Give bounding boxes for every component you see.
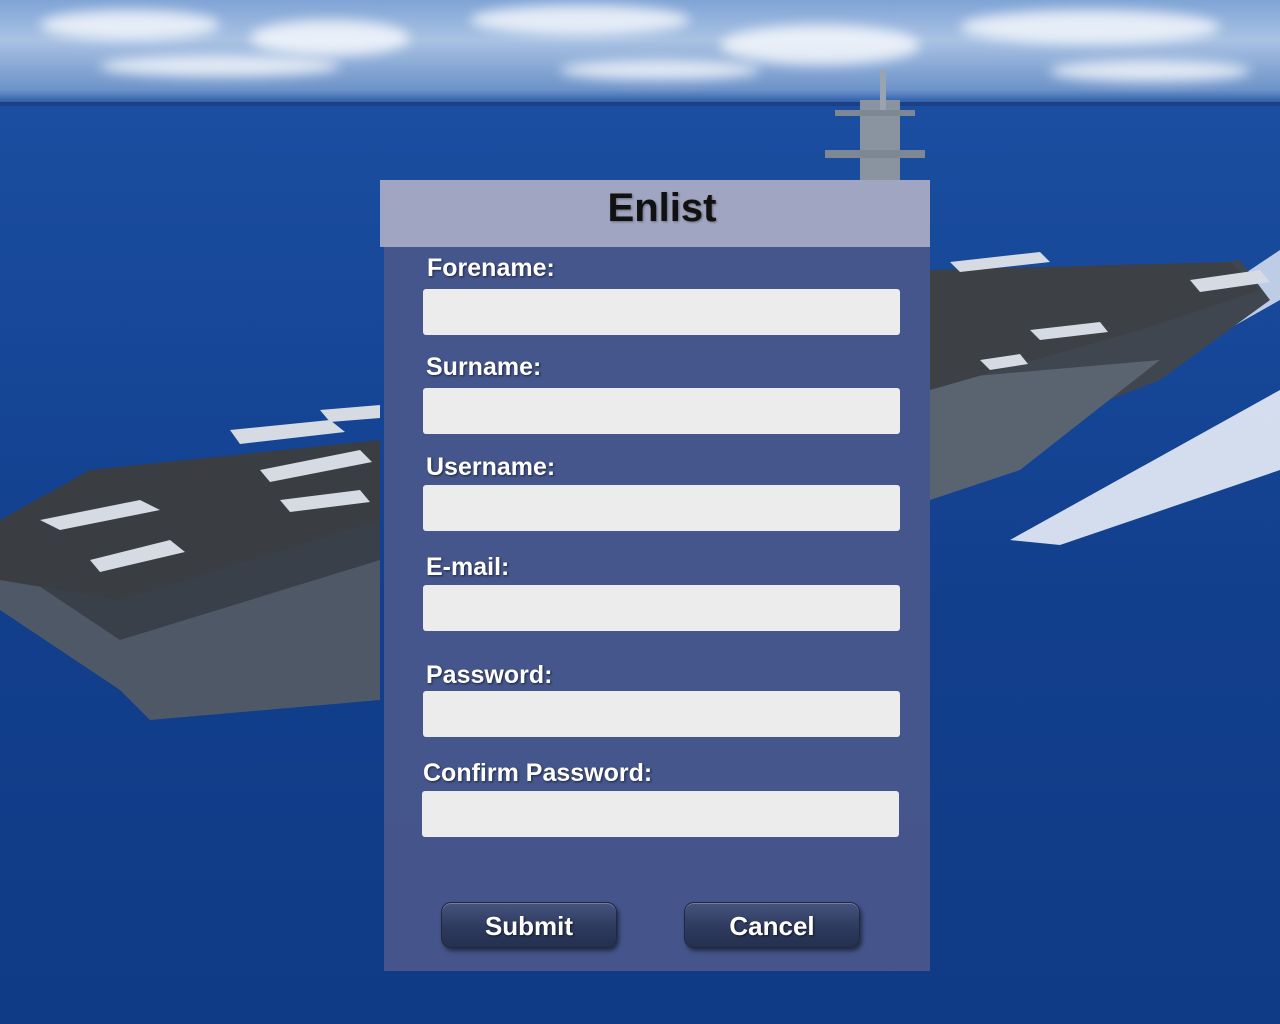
confirm-password-label: Confirm Password:: [423, 759, 653, 787]
email-label: E-mail:: [426, 553, 510, 581]
username-label: Username:: [426, 453, 556, 481]
surname-label: Surname:: [426, 353, 542, 381]
form-title: Enlist: [607, 186, 717, 230]
surname-input[interactable]: [423, 388, 900, 434]
submit-button[interactable]: Submit: [441, 902, 617, 948]
password-label: Password:: [426, 661, 553, 689]
username-input[interactable]: [423, 485, 900, 531]
cancel-button[interactable]: Cancel: [684, 902, 860, 948]
password-input[interactable]: [423, 691, 900, 737]
confirm-password-input[interactable]: [422, 791, 899, 837]
email-input[interactable]: [423, 585, 900, 631]
forename-label: Forename:: [427, 254, 555, 282]
forename-input[interactable]: [423, 289, 900, 335]
